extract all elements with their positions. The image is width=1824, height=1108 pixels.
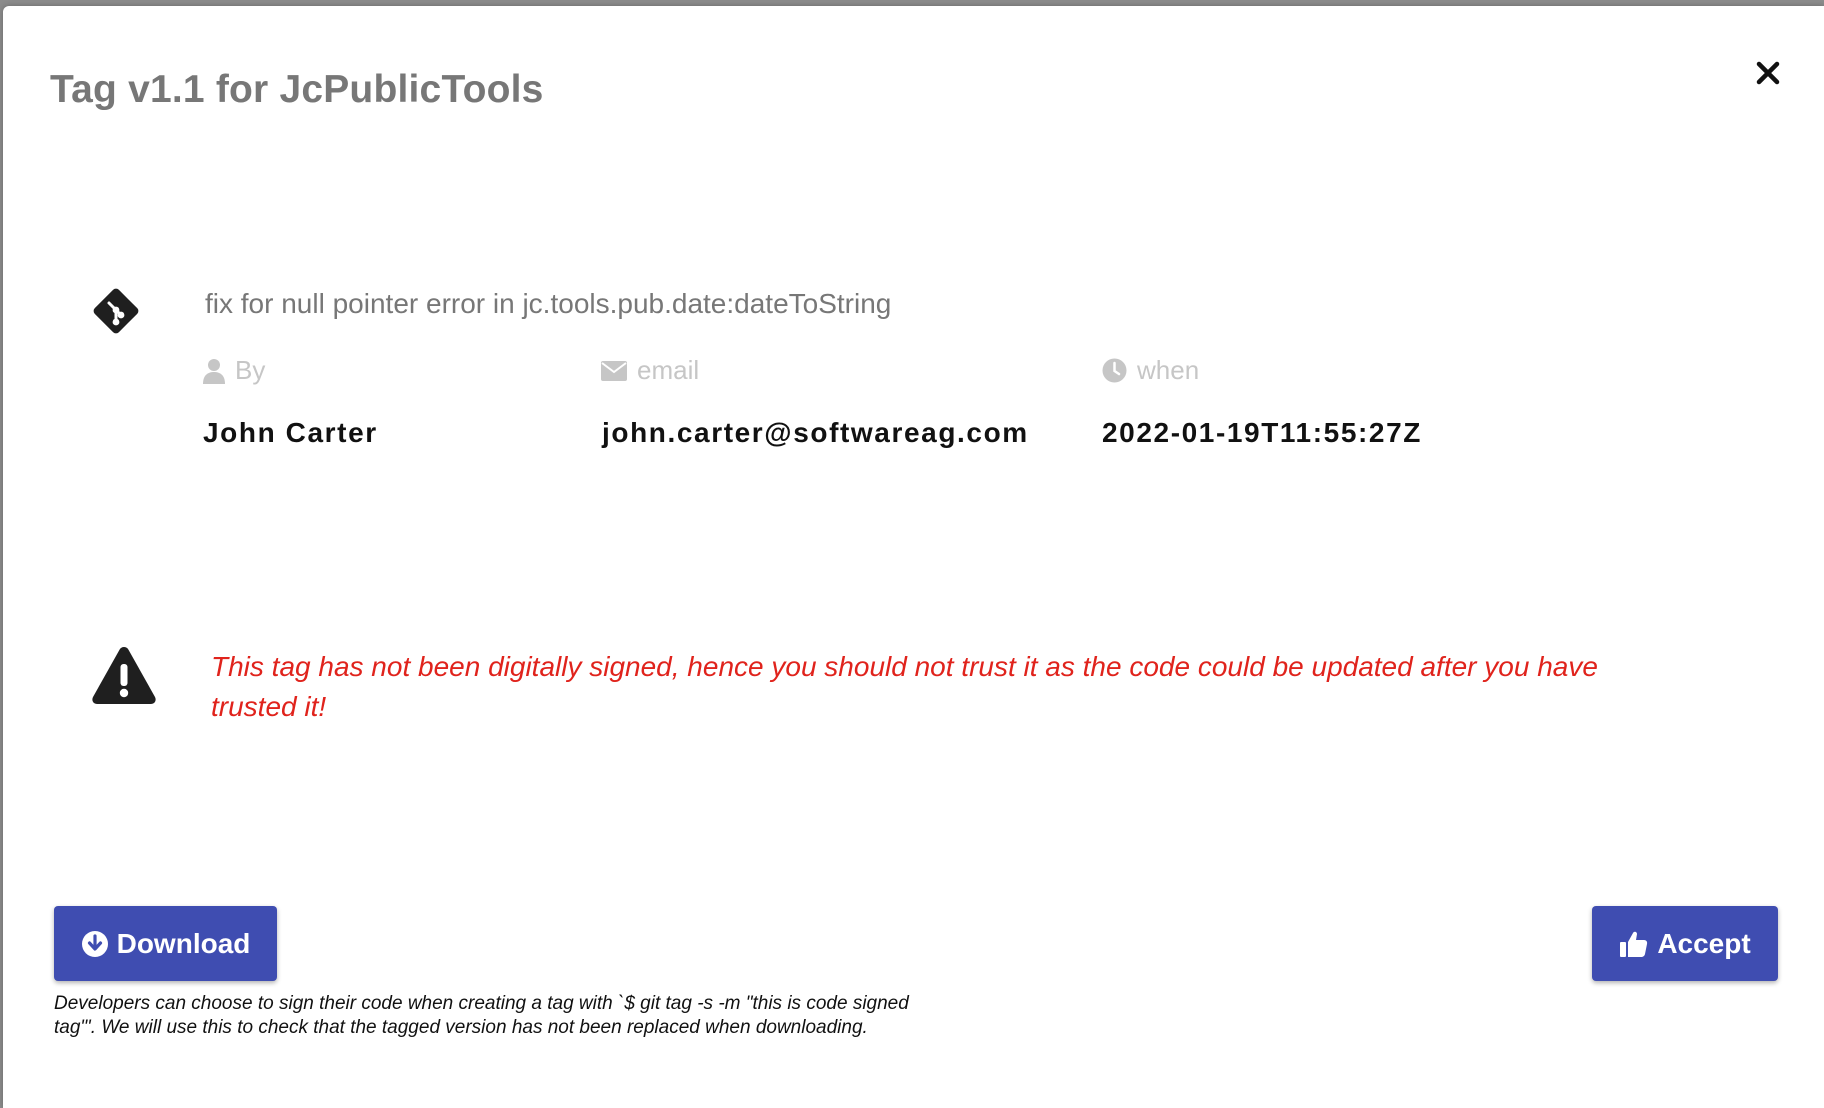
download-button[interactable]: Download: [54, 906, 277, 981]
close-icon: [1756, 61, 1780, 85]
user-icon: [203, 358, 225, 384]
author-value: John Carter: [203, 417, 378, 448]
when-label-text: when: [1137, 355, 1200, 385]
when-value: 2022-01-19T11:55:27Z: [1102, 417, 1422, 448]
signing-footnote: Developers can choose to sign their code…: [54, 993, 909, 1038]
commit-message: fix for null pointer error in jc.tools.p…: [205, 288, 892, 319]
tag-dialog: Tag v1.1 for JcPublicTools fix for null …: [3, 6, 1824, 1108]
dialog-title: Tag v1.1 for JcPublicTools: [50, 68, 544, 111]
when-label: when: [1102, 355, 1199, 386]
git-icon: [93, 288, 139, 334]
download-button-label: Download: [116, 927, 251, 959]
author-label-text: By: [235, 355, 266, 385]
unsigned-warning: This tag has not been digitally signed, …: [211, 651, 1598, 722]
accept-button[interactable]: Accept: [1592, 906, 1778, 981]
email-label: email: [601, 355, 699, 386]
download-circle-icon: [81, 930, 108, 957]
warning-icon: [92, 647, 156, 704]
close-button[interactable]: [1753, 58, 1783, 88]
accept-button-label: Accept: [1657, 927, 1751, 959]
author-label: By: [203, 355, 265, 386]
envelope-icon: [601, 360, 627, 381]
email-label-text: email: [637, 355, 700, 385]
email-value: john.carter@softwareag.com: [602, 417, 1029, 448]
clock-icon: [1102, 358, 1127, 383]
thumbs-up-icon: [1620, 931, 1648, 957]
